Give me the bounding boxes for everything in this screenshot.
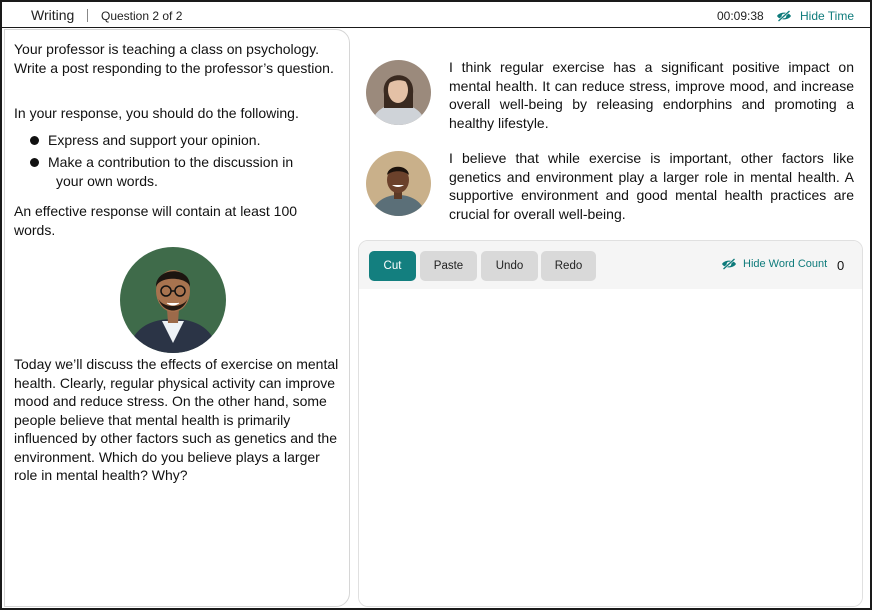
top-bar: Writing Question 2 of 2 00:09:38 Hide Ti… — [2, 2, 870, 28]
professor-avatar — [120, 247, 226, 353]
professor-question: Today we’ll discuss the effects of exerc… — [14, 356, 339, 483]
word-count: 0 — [837, 258, 845, 273]
discussion-panel: I think regular exercise has a significa… — [350, 29, 870, 608]
editor-toolbar: Cut Paste Undo Redo Hide Word Count 0 — [359, 241, 862, 289]
section-title: Writing — [31, 7, 75, 23]
redo-button[interactable]: Redo — [541, 251, 596, 281]
timer: 00:09:38 — [717, 9, 764, 23]
instruction-list: Express and support your opinion. Make a… — [28, 131, 328, 190]
question-counter: Question 2 of 2 — [101, 9, 183, 23]
prompt-instruction: In your response, you should do the foll… — [14, 105, 299, 121]
response-editor: Cut Paste Undo Redo Hide Word Count 0 — [358, 240, 863, 607]
student-reply: I think regular exercise has a significa… — [449, 59, 854, 131]
student-avatar — [366, 151, 431, 216]
hide-word-count-button[interactable]: Hide Word Count — [721, 258, 827, 270]
student-reply: I believe that while exercise is importa… — [449, 150, 854, 222]
student-avatar — [366, 60, 431, 125]
eye-slash-icon — [722, 258, 736, 270]
bullet-icon — [30, 136, 39, 145]
hide-time-button[interactable]: Hide Time — [776, 6, 854, 26]
prompt-requirement: An effective response will contain at le… — [14, 203, 298, 238]
undo-button[interactable]: Undo — [481, 251, 538, 281]
paste-button[interactable]: Paste — [420, 251, 477, 281]
prompt-intro: Your professor is teaching a class on ps… — [14, 41, 334, 76]
hide-word-count-label: Hide Word Count — [743, 258, 828, 270]
header-divider — [87, 9, 88, 22]
list-item: Make a contribution to the discussion in… — [28, 153, 328, 190]
hide-time-label: Hide Time — [800, 9, 855, 23]
bullet-icon — [30, 158, 39, 167]
list-item: Express and support your opinion. — [28, 131, 328, 150]
cut-button[interactable]: Cut — [369, 251, 416, 281]
response-textarea[interactable] — [359, 289, 862, 606]
eye-slash-icon — [777, 10, 791, 22]
prompt-panel: Your professor is teaching a class on ps… — [4, 29, 350, 607]
app-window: Writing Question 2 of 2 00:09:38 Hide Ti… — [0, 0, 872, 610]
